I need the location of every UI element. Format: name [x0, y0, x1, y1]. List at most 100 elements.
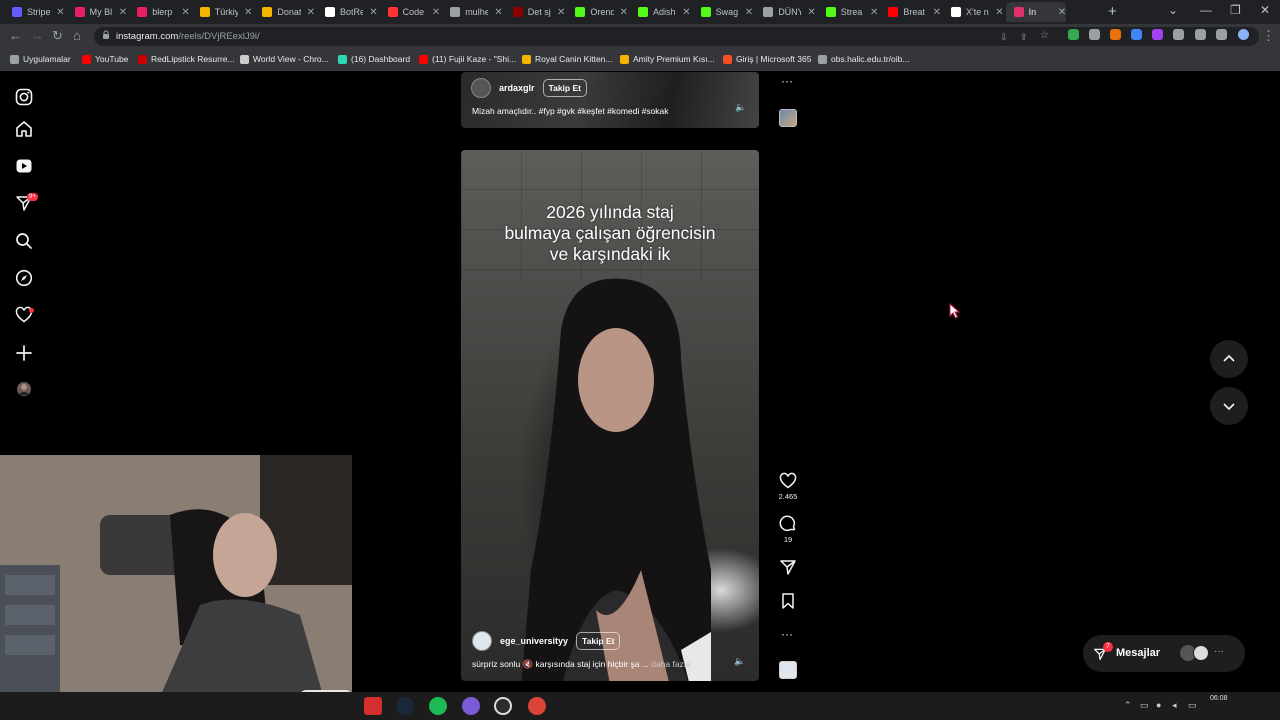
bookmark-item[interactable]: obs.halic.edu.tr/oib... — [818, 54, 909, 64]
follow-button[interactable]: Takip Et — [542, 79, 587, 97]
like-button[interactable]: 2.465 — [776, 472, 800, 501]
browser-tab[interactable]: Orend ✕ — [567, 2, 628, 22]
media-icon[interactable] — [1195, 29, 1206, 40]
close-tab-icon[interactable]: ✕ — [745, 7, 753, 18]
bookmark-item[interactable]: (11) Fujii Kaze - "Shi... — [419, 54, 516, 64]
browser-tab[interactable]: Türkiy ✕ — [192, 2, 252, 22]
browser-tab[interactable]: Adish ✕ — [630, 2, 691, 22]
restore-button[interactable]: ❐ — [1230, 3, 1241, 17]
close-tab-icon[interactable]: ✕ — [307, 7, 315, 18]
chrome-icon[interactable] — [528, 697, 546, 715]
more-link[interactable]: daha fazla — [651, 659, 690, 669]
tray-icon[interactable]: ▭ — [1140, 700, 1149, 711]
audio-thumbnail[interactable] — [779, 661, 797, 679]
tray-chevron-icon[interactable]: ⌃ — [1124, 700, 1132, 711]
obs-icon[interactable] — [494, 697, 512, 715]
extension-shield-icon[interactable] — [1068, 29, 1079, 40]
previous-reel-button[interactable] — [1210, 340, 1248, 378]
search-icon[interactable] — [15, 232, 33, 250]
close-tab-icon[interactable]: ✕ — [807, 7, 815, 18]
close-tab-icon[interactable]: ✕ — [432, 7, 440, 18]
reel-video[interactable]: 2026 yılında staj bulmaya çalışan öğrenc… — [461, 150, 759, 681]
back-icon[interactable]: ← — [9, 28, 22, 43]
mute-icon[interactable]: 🔈 — [735, 102, 746, 113]
home-icon[interactable] — [15, 120, 33, 138]
comment-button[interactable]: 19 — [776, 515, 800, 544]
save-button[interactable] — [776, 592, 800, 610]
extensions-puzzle-icon[interactable] — [1173, 29, 1184, 40]
close-tab-icon[interactable]: ✕ — [933, 7, 941, 18]
author-avatar[interactable] — [472, 631, 492, 651]
extension-icon[interactable] — [1152, 29, 1163, 40]
close-tab-icon[interactable]: ✕ — [119, 7, 127, 18]
spotify-icon[interactable] — [429, 697, 447, 715]
reel-caption[interactable]: Mizah amaçlıdır.. #fyp #gvk #keşfet #kom… — [472, 106, 669, 116]
discord-icon[interactable] — [462, 697, 480, 715]
create-plus-icon[interactable] — [15, 344, 33, 362]
new-tab-button[interactable]: + — [1108, 3, 1117, 20]
home-icon[interactable]: ⌂ — [73, 28, 81, 43]
minimize-button[interactable]: — — [1200, 3, 1212, 17]
messages-button[interactable]: 7 Mesajlar ··· — [1083, 635, 1245, 672]
browser-tab[interactable]: In ✕ — [1005, 2, 1067, 22]
bookmark-item[interactable]: Giriş | Microsoft 365 — [723, 54, 811, 64]
close-tab-icon[interactable]: ✕ — [995, 7, 1003, 18]
bookmark-item[interactable]: Amity Premium Kısı... — [620, 54, 715, 64]
reel-caption[interactable]: sürpriz sonlu 🔇 karşısında staj için hiç… — [472, 659, 690, 670]
profile-avatar[interactable] — [15, 380, 33, 398]
share-button[interactable] — [776, 558, 800, 576]
author-username[interactable]: ardaxglr — [499, 83, 535, 93]
explore-compass-icon[interactable] — [15, 269, 33, 287]
bookmark-item[interactable]: YouTube — [82, 54, 128, 64]
voicemeeter-icon[interactable] — [364, 697, 382, 715]
side-panel-icon[interactable] — [1216, 29, 1227, 40]
close-window-button[interactable]: ✕ — [1260, 3, 1270, 17]
follow-button[interactable]: Takip Et — [576, 632, 621, 650]
instagram-logo-icon[interactable] — [15, 88, 33, 106]
tab-search-icon[interactable]: ⌄ — [1168, 3, 1178, 17]
browser-tab[interactable]: DÜNY ✕ — [755, 2, 816, 22]
more-options-icon[interactable]: ··· — [781, 627, 793, 641]
browser-tab[interactable]: Det sj ✕ — [505, 2, 565, 22]
close-tab-icon[interactable]: ✕ — [494, 7, 502, 18]
browser-tab[interactable]: Swag ✕ — [693, 2, 753, 22]
bookmark-item[interactable]: (16) Dashboard — [338, 54, 410, 64]
browser-tab[interactable]: Stripe ✕ — [4, 2, 65, 22]
taskbar-clock[interactable]: 06:08 — [1210, 695, 1228, 702]
browser-tab[interactable]: BotRe ✕ — [317, 2, 378, 22]
browser-tab[interactable]: mulhe ✕ — [442, 2, 503, 22]
reload-icon[interactable]: ↻ — [52, 28, 63, 44]
bookmark-item[interactable]: World View - Chro... — [240, 54, 329, 64]
install-icon[interactable]: ⇩ — [1000, 32, 1011, 43]
browser-tab[interactable]: Code ✕ — [380, 2, 440, 22]
bookmark-item[interactable]: Uygulamalar — [10, 54, 71, 64]
author-avatar[interactable] — [471, 78, 491, 98]
browser-tab[interactable]: My Bl ✕ — [67, 2, 127, 22]
browser-tab[interactable]: X'te n ✕ — [943, 2, 1004, 22]
bookmark-star-icon[interactable]: ☆ — [1040, 30, 1051, 41]
close-tab-icon[interactable]: ✕ — [682, 7, 690, 18]
close-tab-icon[interactable]: ✕ — [620, 7, 628, 18]
close-tab-icon[interactable]: ✕ — [56, 7, 64, 18]
steam-icon[interactable] — [396, 697, 414, 715]
site-info-icon[interactable] — [102, 30, 110, 40]
network-icon[interactable]: ▭ — [1188, 700, 1197, 711]
browser-tab[interactable]: Breat ✕ — [880, 2, 941, 22]
volume-icon[interactable]: ◂ — [1172, 700, 1177, 711]
close-tab-icon[interactable]: ✕ — [181, 7, 189, 18]
menu-kebab-icon[interactable]: ⋮ — [1262, 28, 1275, 44]
extension-icon[interactable] — [1131, 29, 1142, 40]
address-bar[interactable]: instagram.com/reels/DVjREexlJ9i/ ⇩ ⇪ ☆ — [94, 27, 1259, 46]
extension-icon[interactable] — [1110, 29, 1121, 40]
browser-tab[interactable]: Donat ✕ — [254, 2, 315, 22]
close-tab-icon[interactable]: ✕ — [369, 7, 377, 18]
author-username[interactable]: ege_universityy — [500, 636, 568, 646]
close-tab-icon[interactable]: ✕ — [870, 7, 878, 18]
previous-reel-video[interactable]: ardaxglr Takip Et Mizah amaçlıdır.. #fyp… — [461, 72, 759, 128]
next-reel-button[interactable] — [1210, 387, 1248, 425]
browser-tab[interactable]: Strea ✕ — [818, 2, 878, 22]
audio-thumbnail[interactable] — [779, 109, 797, 127]
close-tab-icon[interactable]: ✕ — [1058, 7, 1066, 18]
microphone-icon[interactable]: ● — [1156, 700, 1161, 710]
profile-avatar[interactable] — [1238, 29, 1249, 40]
